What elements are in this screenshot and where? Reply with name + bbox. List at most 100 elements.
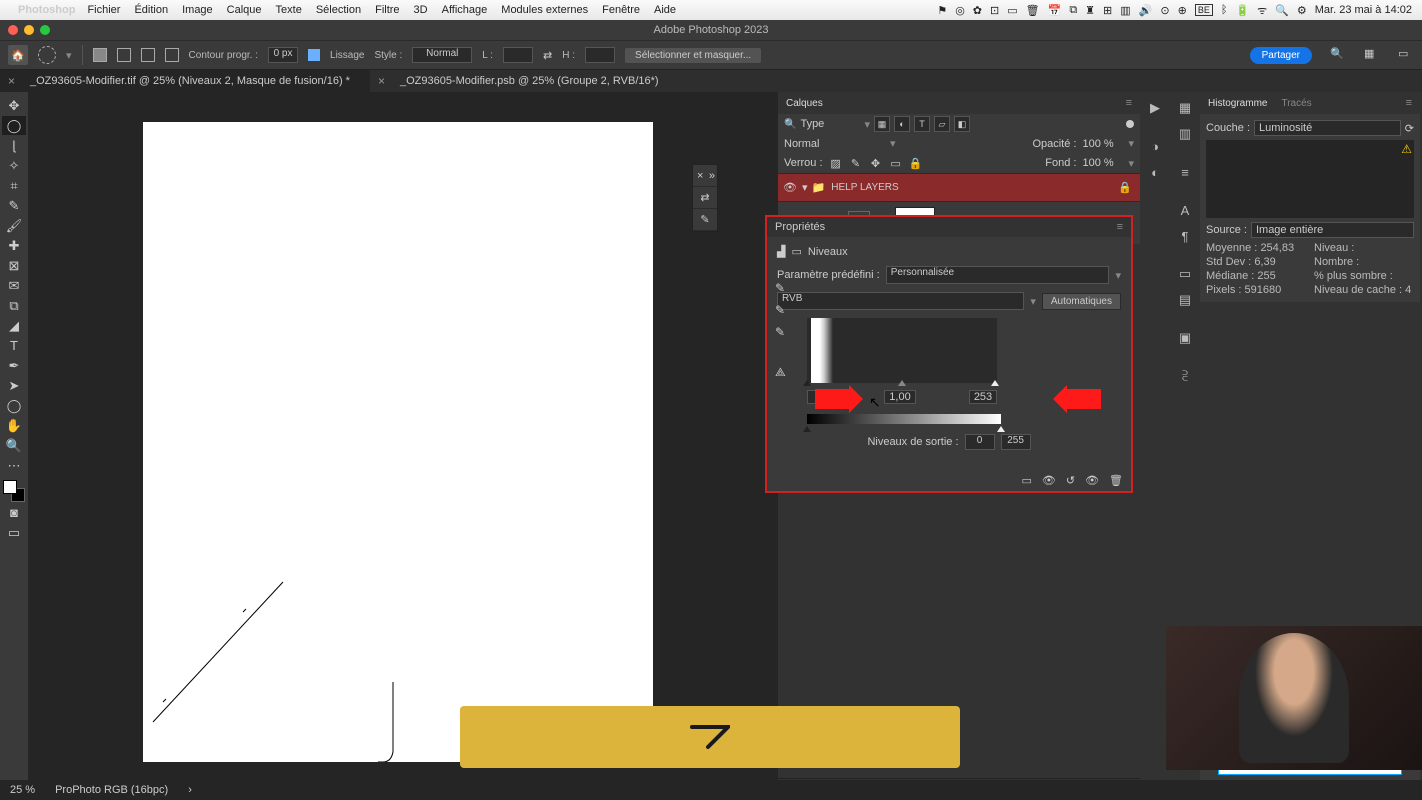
preset-select[interactable]: Personnalisée bbox=[886, 266, 1110, 284]
lock-all-icon[interactable]: 🔒 bbox=[909, 156, 923, 170]
app-name[interactable]: Photoshop bbox=[18, 4, 75, 16]
color-icon[interactable]: ◑ bbox=[1143, 134, 1167, 158]
height-input[interactable] bbox=[585, 47, 615, 63]
select-and-mask-button[interactable]: Sélectionner et masquer... bbox=[625, 48, 761, 63]
panel-icon[interactable]: ▥ bbox=[1173, 122, 1197, 146]
menu-affichage[interactable]: Affichage bbox=[442, 4, 488, 16]
tray-icon[interactable]: ▥ bbox=[1120, 4, 1130, 17]
clock[interactable]: Mar. 23 mai à 14:02 bbox=[1315, 4, 1412, 16]
close-icon[interactable]: ×» bbox=[693, 165, 717, 187]
menu-aide[interactable]: Aide bbox=[654, 4, 676, 16]
layer-group-row[interactable]: 👁 ▾ 📁 HELP LAYERS 🔒 bbox=[778, 173, 1140, 201]
lasso-tool-icon[interactable]: ɭ bbox=[2, 136, 26, 155]
tray-icon[interactable]: ⊞ bbox=[1103, 4, 1112, 17]
path-tool-icon[interactable]: ➤ bbox=[2, 376, 26, 395]
tray-icon[interactable]: 🔊 bbox=[1139, 4, 1153, 17]
panel-icon[interactable]: ▭ bbox=[1173, 262, 1197, 286]
filter-adjust-icon[interactable]: ◐ bbox=[894, 116, 910, 132]
zoom-status[interactable]: 25 % bbox=[10, 784, 35, 796]
type-tool-icon[interactable]: T bbox=[2, 336, 26, 355]
output-gradient[interactable] bbox=[807, 414, 1001, 424]
wifi-icon[interactable]: ᯤ bbox=[1257, 3, 1267, 18]
search-icon[interactable]: 🔍 bbox=[1330, 47, 1346, 63]
color-swatches[interactable] bbox=[3, 480, 25, 502]
channel-select[interactable]: Luminosité bbox=[1254, 120, 1401, 136]
width-input[interactable] bbox=[503, 47, 533, 63]
add-selection-icon[interactable] bbox=[117, 48, 131, 62]
filter-type-select[interactable]: Type bbox=[800, 118, 860, 130]
panel-menu-icon[interactable]: ≡ bbox=[1126, 97, 1132, 109]
menu-fenetre[interactable]: Fenêtre bbox=[602, 4, 640, 16]
menu-modules[interactable]: Modules externes bbox=[501, 4, 588, 16]
menu-filtre[interactable]: Filtre bbox=[375, 4, 399, 16]
swap-icon[interactable]: ⇄ bbox=[543, 49, 552, 62]
brush-icon[interactable]: ✎ bbox=[693, 209, 717, 231]
tray-icon[interactable]: ⊡ bbox=[990, 4, 999, 17]
panel-icon[interactable]: ⫔ bbox=[1173, 364, 1197, 388]
type-icon[interactable]: A bbox=[1173, 198, 1197, 222]
white-eyedropper-icon[interactable]: ✎ bbox=[775, 325, 786, 339]
tray-icon[interactable]: ▭ bbox=[1007, 4, 1017, 17]
marquee-tool-icon[interactable]: ◯ bbox=[2, 116, 26, 135]
crop-tool-icon[interactable]: ⌗ bbox=[2, 176, 26, 195]
menu-fichier[interactable]: Fichier bbox=[87, 4, 120, 16]
style-select[interactable]: Normal bbox=[412, 47, 472, 63]
frame-tool-icon[interactable]: ⊠ bbox=[2, 256, 26, 275]
tray-icon[interactable]: ⧉ bbox=[1069, 4, 1077, 17]
document-canvas[interactable] bbox=[143, 122, 653, 762]
menu-image[interactable]: Image bbox=[182, 4, 213, 16]
close-tab-icon[interactable]: × bbox=[8, 74, 15, 88]
menu-calque[interactable]: Calque bbox=[227, 4, 262, 16]
clip-to-layer-icon[interactable]: ▭ bbox=[1021, 474, 1031, 487]
clone-tool-icon[interactable]: ⧉ bbox=[2, 296, 26, 315]
heal-tool-icon[interactable]: ✚ bbox=[2, 236, 26, 255]
brush-tool-icon[interactable]: 🖌 bbox=[2, 216, 26, 235]
menu-3d[interactable]: 3D bbox=[414, 4, 428, 16]
minimize-window[interactable] bbox=[24, 25, 34, 35]
panel-icon[interactable]: ▣ bbox=[1173, 326, 1197, 350]
opacity-input[interactable]: 100 % bbox=[1082, 138, 1122, 150]
hand-tool-icon[interactable]: ✋ bbox=[2, 416, 26, 435]
properties-panel[interactable]: Propriétés ≡ ▟ ▭ Niveaux Paramètre prédé… bbox=[765, 215, 1133, 493]
workspace-icon[interactable]: ▦ bbox=[1364, 47, 1380, 63]
envelope-icon[interactable]: ✉ bbox=[2, 276, 26, 295]
screenmode-icon[interactable]: ▭ bbox=[2, 523, 26, 542]
new-selection-icon[interactable] bbox=[93, 48, 107, 62]
move-tool-icon[interactable]: ✥ bbox=[2, 96, 26, 115]
lock-transparency-icon[interactable]: ▨ bbox=[829, 156, 843, 170]
subtract-selection-icon[interactable] bbox=[141, 48, 155, 62]
warning-icon[interactable]: ⚠ bbox=[1401, 142, 1412, 156]
doc-tab-2[interactable]: ×_OZ93605-Modifier.psb @ 25% (Groupe 2, … bbox=[370, 70, 679, 92]
filter-pixel-icon[interactable]: ▦ bbox=[874, 116, 890, 132]
blend-mode-select[interactable]: Normal bbox=[784, 138, 884, 150]
share-button[interactable]: Partager bbox=[1250, 47, 1312, 64]
channel-select[interactable]: RVB bbox=[777, 292, 1024, 310]
layers-tab[interactable]: Calques bbox=[786, 98, 823, 109]
zoom-tool-icon[interactable]: 🔍 bbox=[2, 436, 26, 455]
toggle-visibility-icon[interactable]: 👁 bbox=[1085, 474, 1099, 487]
panel-icon[interactable]: ≡ bbox=[1173, 160, 1197, 184]
control-center-icon[interactable]: ⚙ bbox=[1297, 4, 1307, 17]
refresh-icon[interactable]: ⟳ bbox=[1405, 122, 1414, 135]
antialias-checkbox[interactable] bbox=[308, 49, 320, 61]
filter-shape-icon[interactable]: ▱ bbox=[934, 116, 950, 132]
panel-icon[interactable]: ◐ bbox=[1143, 160, 1167, 184]
doc-tab-1[interactable]: ×_OZ93605-Modifier.tif @ 25% (Niveaux 2,… bbox=[0, 70, 370, 92]
adjust-icon[interactable]: ⇄ bbox=[693, 187, 717, 209]
filter-type-icon[interactable]: T bbox=[914, 116, 930, 132]
panel-menu-icon[interactable]: ≡ bbox=[1406, 97, 1412, 109]
lock-position-icon[interactable]: ✥ bbox=[869, 156, 883, 170]
canvas-area[interactable]: ×» ⇄ ✎ bbox=[28, 92, 778, 800]
chevron-right-icon[interactable]: › bbox=[188, 784, 192, 796]
arrange-icon[interactable]: ▭ bbox=[1398, 47, 1414, 63]
tray-icon[interactable]: ✿ bbox=[973, 4, 982, 17]
paragraph-icon[interactable]: ¶ bbox=[1173, 224, 1197, 248]
paths-tab[interactable]: Tracés bbox=[1281, 98, 1311, 109]
auto-button[interactable]: Automatiques bbox=[1042, 293, 1121, 310]
play-icon[interactable]: ▶ bbox=[1143, 96, 1167, 120]
filter-toggle[interactable] bbox=[1126, 120, 1134, 128]
expand-icon[interactable]: ▾ bbox=[802, 181, 808, 194]
gray-eyedropper-icon[interactable]: ✎ bbox=[775, 303, 786, 317]
bluetooth-icon[interactable]: ᛒ bbox=[1221, 4, 1228, 16]
zoom-window[interactable] bbox=[40, 25, 50, 35]
